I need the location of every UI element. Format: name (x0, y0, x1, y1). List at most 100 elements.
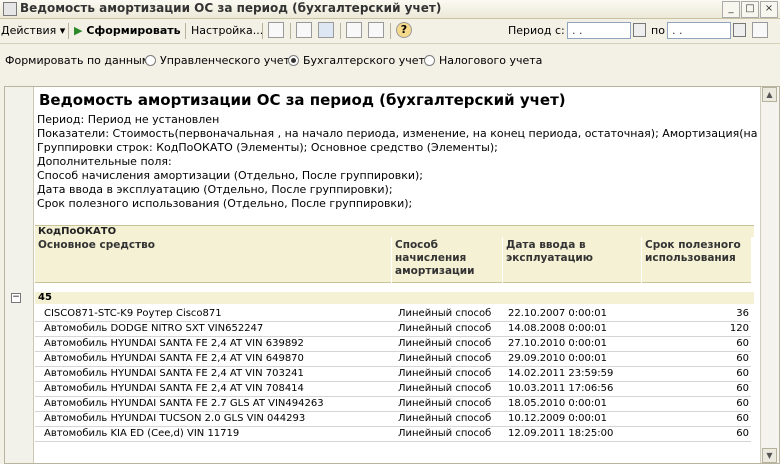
report-settings-icon[interactable] (268, 22, 284, 38)
vertical-scrollbar[interactable]: ▲ ▼ (760, 87, 779, 463)
column-header-term[interactable]: Срок полезного использования (642, 237, 751, 283)
date-cell: 22.10.2007 0:00:01 (508, 308, 607, 319)
method-cell: Линейный способ (398, 398, 492, 409)
period-to-label: по (651, 24, 665, 37)
form-button[interactable]: ▶ Сформировать (74, 22, 181, 40)
divider (262, 23, 263, 39)
divider (390, 23, 391, 39)
table-row[interactable]: Автомобиль KIA ED (Cee,d) VIN 11719 Линей… (35, 426, 751, 442)
report-param: Показатели: Стоимость(первоначальная , н… (37, 127, 780, 140)
period-to-input[interactable]: . . (667, 22, 731, 39)
tree-icon[interactable] (296, 22, 312, 38)
period-from-label: Период с: (508, 24, 565, 37)
radio-management[interactable] (145, 55, 156, 66)
period-from-input[interactable]: . . (567, 22, 631, 39)
term-cell: 60 (736, 413, 749, 424)
settings-button[interactable]: Настройка... (191, 22, 263, 40)
asset-cell: Автомобиль HYUNDAI SANTA FE 2.7 GLS AT V… (44, 398, 324, 409)
options-icon[interactable] (752, 22, 768, 38)
asset-cell: Автомобиль KIA ED (Cee,d) VIN 11719 (44, 428, 240, 439)
report-param: Дата ввода в эксплуатацию (Отдельно, Пос… (37, 183, 393, 196)
toolbar: Действия ▾ ▶ Сформировать Настройка... ?… (0, 19, 780, 44)
table-row[interactable]: Автомобиль HYUNDAI SANTA FE 2,4 AT VIN 6… (35, 351, 751, 367)
actions-label: Действия (1, 24, 57, 37)
table-row[interactable]: Автомобиль HYUNDAI SANTA FE 2,4 AT VIN 6… (35, 336, 751, 352)
radio-accounting[interactable] (288, 55, 299, 66)
date-cell: 12.09.2011 18:25:00 (508, 428, 614, 439)
column-header-method[interactable]: Способ начисления амортизации (392, 237, 502, 283)
asset-cell: Автомобиль HYUNDAI SANTA FE 2,4 AT VIN 7… (44, 383, 304, 394)
date-cell: 10.03.2011 17:06:56 (508, 383, 614, 394)
column-header-date[interactable]: Дата ввода в эксплуатацию (503, 237, 641, 283)
table-row[interactable]: CISCO871-STC-K9 Роутер Cisco871 Линейный … (35, 306, 751, 322)
form-label: Сформировать (86, 24, 181, 37)
table-row[interactable]: Автомобиль DODGE NITRO SXT VIN652247 Лине… (35, 321, 751, 337)
term-cell: 120 (729, 323, 749, 334)
asset-cell: Автомобиль HYUNDAI SANTA FE 2,4 AT VIN 7… (44, 368, 304, 379)
method-cell: Линейный способ (398, 353, 492, 364)
table-icon[interactable] (318, 22, 334, 38)
asset-cell: Автомобиль HYUNDAI SANTA FE 2,4 AT VIN 6… (44, 353, 304, 364)
report-title: Ведомость амортизации ОС за период (бухг… (39, 91, 566, 109)
report-param: Группировки строк: КодПоОКАТО (Элементы)… (37, 141, 498, 154)
method-cell: Линейный способ (398, 323, 492, 334)
import-icon[interactable] (368, 22, 384, 38)
report-param: Период: Период не установлен (37, 113, 220, 126)
method-cell: Линейный способ (398, 368, 492, 379)
table-row[interactable]: Автомобиль HYUNDAI TUCSON 2.0 GLS VIN 04… (35, 411, 751, 427)
table-row[interactable]: Автомобиль HYUNDAI SANTA FE 2,4 AT VIN 7… (35, 366, 751, 382)
date-cell: 27.10.2010 0:00:01 (508, 338, 607, 349)
radio-tax[interactable] (424, 55, 435, 66)
report-param: Дополнительные поля: (37, 155, 172, 168)
date-cell: 18.05.2010 0:00:01 (508, 398, 607, 409)
asset-cell: Автомобиль HYUNDAI SANTA FE 2,4 AT VIN 6… (44, 338, 304, 349)
asset-cell: CISCO871-STC-K9 Роутер Cisco871 (44, 308, 222, 319)
calendar-icon[interactable] (733, 23, 746, 37)
method-cell: Линейный способ (398, 383, 492, 394)
term-cell: 60 (736, 353, 749, 364)
report-gutter (5, 87, 34, 463)
table-row[interactable]: Автомобиль HYUNDAI SANTA FE 2,4 AT VIN 7… (35, 381, 751, 397)
actions-menu[interactable]: Действия ▾ (1, 22, 65, 40)
filter-label: Формировать по данным: (5, 54, 154, 67)
close-button[interactable]: × (760, 1, 778, 18)
scroll-down-icon[interactable]: ▼ (762, 448, 777, 463)
play-icon: ▶ (74, 24, 83, 37)
date-cell: 14.02.2011 23:59:59 (508, 368, 614, 379)
maximize-button[interactable]: □ (741, 1, 759, 18)
term-cell: 36 (736, 308, 749, 319)
export-icon[interactable] (346, 22, 362, 38)
term-cell: 60 (736, 383, 749, 394)
term-cell: 60 (736, 368, 749, 379)
term-cell: 60 (736, 398, 749, 409)
report-panel[interactable]: Ведомость амортизации ОС за период (бухг… (4, 86, 780, 464)
window-title: Ведомость амортизации ОС за период (бухг… (20, 1, 442, 15)
asset-cell: Автомобиль DODGE NITRO SXT VIN652247 (44, 323, 264, 334)
chevron-down-icon: ▾ (59, 24, 66, 37)
term-cell: 60 (736, 428, 749, 439)
collapse-icon[interactable]: − (11, 293, 21, 303)
report-param: Способ начисления амортизации (Отдельно,… (37, 169, 424, 182)
scroll-up-icon[interactable]: ▲ (762, 87, 777, 102)
divider (185, 23, 186, 39)
term-cell: 60 (736, 338, 749, 349)
calendar-icon[interactable] (633, 23, 646, 37)
method-cell: Линейный способ (398, 308, 492, 319)
method-cell: Линейный способ (398, 428, 492, 439)
minimize-button[interactable]: _ (722, 1, 740, 18)
divider (340, 23, 341, 39)
column-header-asset[interactable]: Основное средство (35, 237, 391, 283)
date-cell: 14.08.2008 0:00:01 (508, 323, 607, 334)
report-param: Срок полезного использования (Отдельно, … (37, 197, 413, 210)
group-row[interactable]: 45 (35, 292, 754, 304)
radio-accounting-label[interactable]: Бухгалтерского учета (303, 52, 432, 70)
help-icon[interactable]: ? (396, 22, 412, 38)
method-cell: Линейный способ (398, 338, 492, 349)
divider (290, 23, 291, 39)
app-icon (3, 2, 17, 16)
radio-tax-label[interactable]: Налогового учета (439, 52, 542, 70)
radio-management-label[interactable]: Управленческого учета (160, 52, 297, 70)
date-cell: 10.12.2009 0:00:01 (508, 413, 607, 424)
asset-cell: Автомобиль HYUNDAI TUCSON 2.0 GLS VIN 04… (44, 413, 306, 424)
table-row[interactable]: Автомобиль HYUNDAI SANTA FE 2.7 GLS AT V… (35, 396, 751, 412)
